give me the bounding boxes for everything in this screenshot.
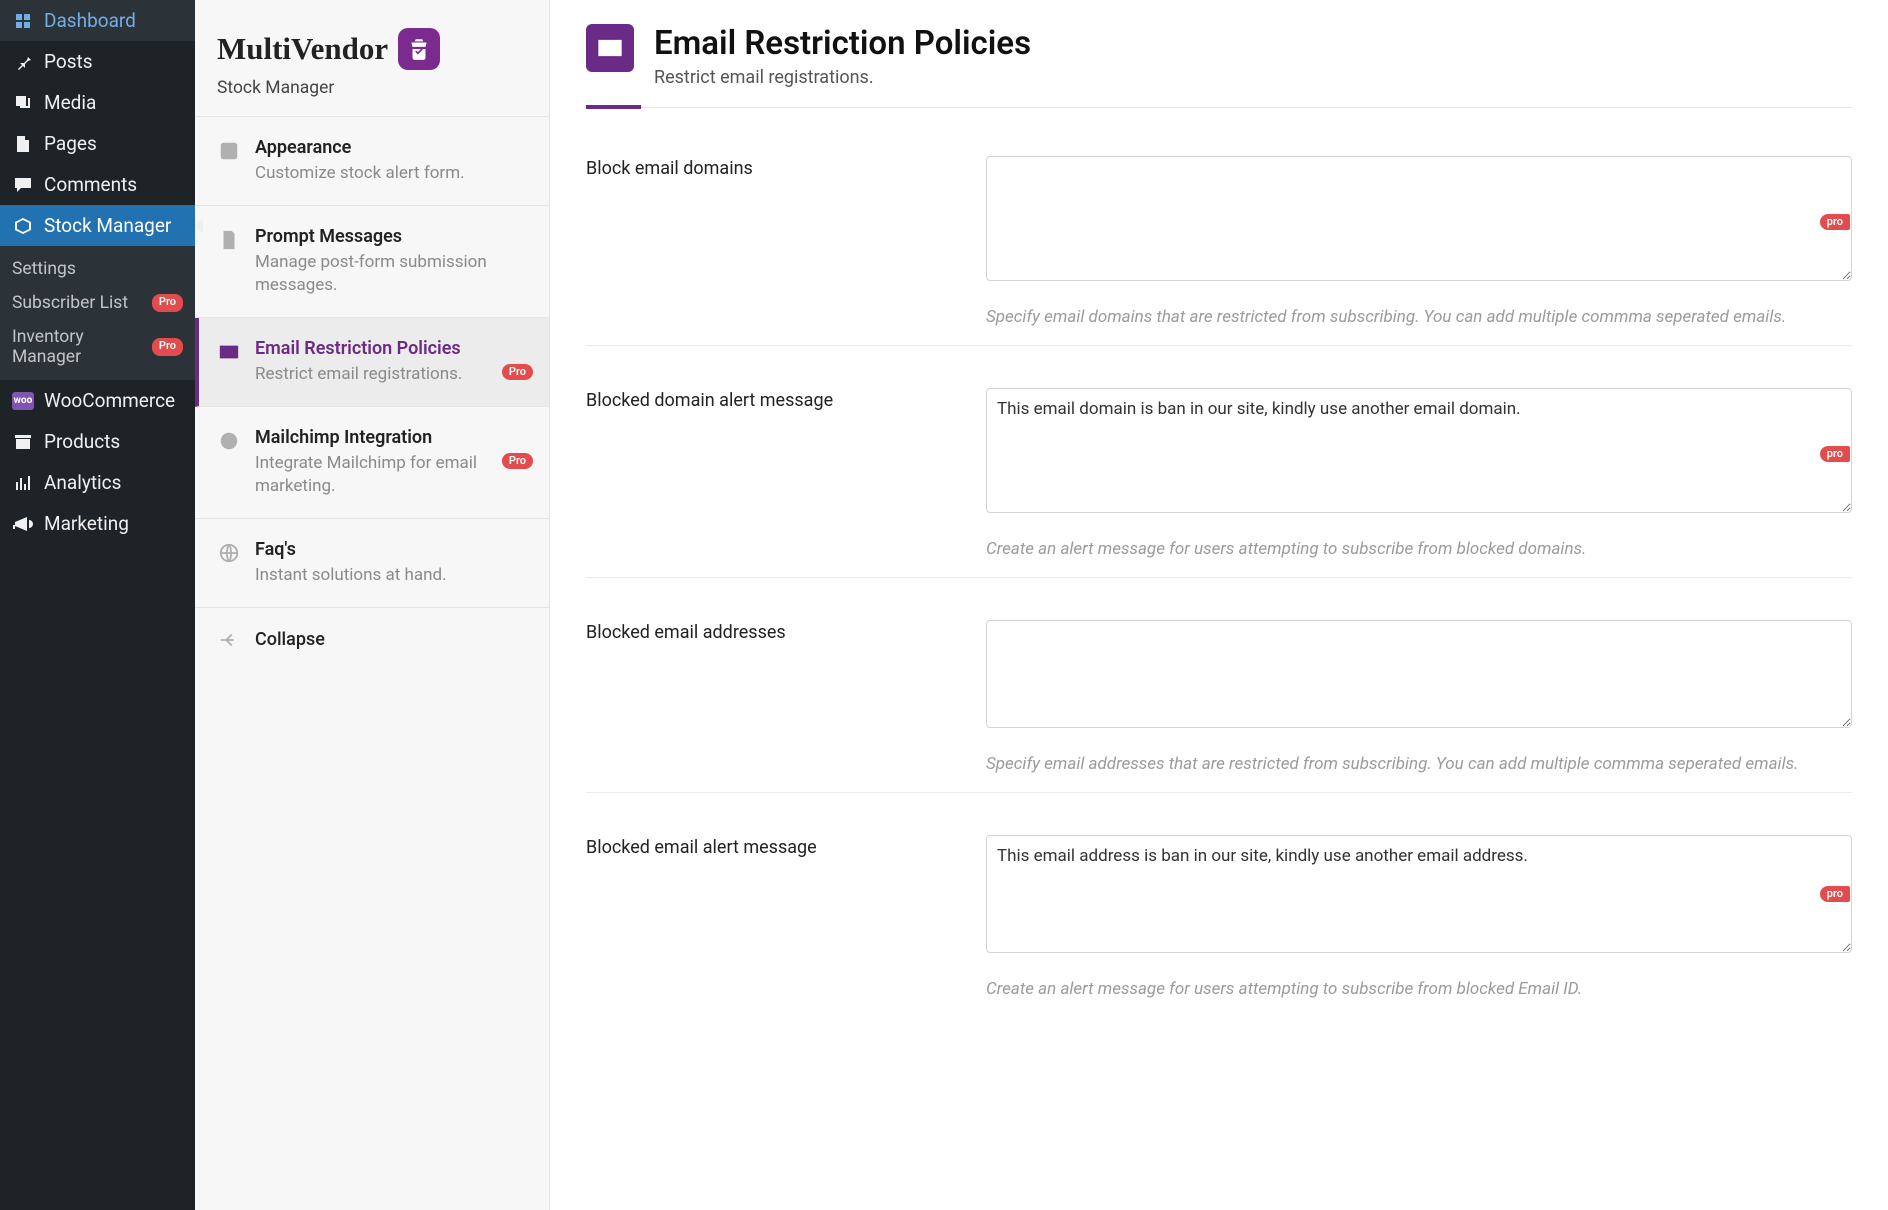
pro-badge: Pro xyxy=(502,453,533,469)
tab-desc: Integrate Mailchimp for email marketing. xyxy=(255,452,527,498)
brand-block: MultiVendor Stock Manager xyxy=(195,0,549,116)
pages-icon xyxy=(12,133,34,155)
submenu-label: Inventory Manager xyxy=(12,327,152,367)
tab-title: Email Restriction Policies xyxy=(255,338,527,359)
help-text: Specify email domains that are restricte… xyxy=(986,307,1852,327)
row-blocked-domain-msg: Blocked domain alert message pro Create … xyxy=(586,346,1852,578)
menu-comments[interactable]: Comments xyxy=(0,164,195,205)
blocked-domain-msg-input[interactable] xyxy=(986,388,1852,513)
brand-name: MultiVendor xyxy=(217,31,388,67)
tab-title: Mailchimp Integration xyxy=(255,427,527,448)
menu-dashboard[interactable]: Dashboard xyxy=(0,0,195,41)
brand-subtitle: Stock Manager xyxy=(217,78,527,98)
blocked-addresses-input[interactable] xyxy=(986,620,1852,728)
media-icon xyxy=(12,92,34,114)
appearance-icon xyxy=(217,139,241,163)
menu-posts[interactable]: Posts xyxy=(0,41,195,82)
menu-label: Dashboard xyxy=(44,9,136,32)
tab-title: Faq's xyxy=(255,539,527,560)
stock-manager-submenu: Settings Subscriber List Pro Inventory M… xyxy=(0,246,195,380)
mail-icon xyxy=(586,24,634,72)
pro-badge: Pro xyxy=(502,364,533,380)
submenu-inventory-manager[interactable]: Inventory Manager Pro xyxy=(0,320,195,374)
pro-badge: Pro xyxy=(152,294,183,311)
menu-label: Marketing xyxy=(44,512,129,535)
blocked-email-msg-input[interactable] xyxy=(986,835,1852,953)
row-blocked-addresses: Blocked email addresses Specify email ad… xyxy=(586,578,1852,793)
field-label: Blocked email alert message xyxy=(586,835,966,858)
tab-email-restriction[interactable]: Email Restriction Policies Restrict emai… xyxy=(195,318,549,407)
menu-products[interactable]: Products xyxy=(0,421,195,462)
menu-label: Products xyxy=(44,430,120,453)
help-text: Create an alert message for users attemp… xyxy=(986,979,1852,999)
menu-label: Posts xyxy=(44,50,93,73)
menu-marketing[interactable]: Marketing xyxy=(0,503,195,544)
megaphone-icon xyxy=(12,513,34,535)
row-block-domains: Block email domains pro Specify email do… xyxy=(586,114,1852,346)
mailchimp-icon xyxy=(217,429,241,453)
page-header: Email Restriction Policies Restrict emai… xyxy=(586,24,1852,106)
arrow-left-icon xyxy=(217,628,241,652)
page-subtitle: Restrict email registrations. xyxy=(654,67,1031,88)
box-icon xyxy=(12,215,34,237)
menu-label: WooCommerce xyxy=(44,389,175,412)
globe-icon xyxy=(217,541,241,565)
tab-mailchimp[interactable]: Mailchimp Integration Integrate Mailchim… xyxy=(195,407,549,519)
dashboard-icon xyxy=(12,10,34,32)
comments-icon xyxy=(12,174,34,196)
wp-admin-sidebar: Dashboard Posts Media Pages Comments Sto… xyxy=(0,0,195,1210)
mail-icon xyxy=(217,340,241,364)
menu-label: Media xyxy=(44,91,96,114)
tab-title: Appearance xyxy=(255,137,527,158)
collapse-label: Collapse xyxy=(255,629,325,650)
row-blocked-email-msg: Blocked email alert message pro Create a… xyxy=(586,793,1852,1017)
menu-stock-manager[interactable]: Stock Manager xyxy=(0,205,195,246)
field-label: Blocked domain alert message xyxy=(586,388,966,411)
tab-prompt-messages[interactable]: Prompt Messages Manage post-form submiss… xyxy=(195,206,549,318)
block-domains-input[interactable] xyxy=(986,156,1852,281)
main-content: Email Restriction Policies Restrict emai… xyxy=(550,0,1888,1210)
tab-desc: Restrict email registrations. xyxy=(255,363,527,386)
menu-woocommerce[interactable]: woo WooCommerce xyxy=(0,380,195,421)
brand-icon xyxy=(398,28,440,70)
submenu-label: Settings xyxy=(12,259,76,279)
menu-label: Stock Manager xyxy=(44,214,171,237)
submenu-settings[interactable]: Settings xyxy=(0,252,195,286)
plugin-settings-panel: MultiVendor Stock Manager Appearance Cus… xyxy=(195,0,550,1210)
tab-title: Prompt Messages xyxy=(255,226,527,247)
chart-icon xyxy=(12,472,34,494)
collapse-sidebar[interactable]: Collapse xyxy=(195,608,549,672)
pro-badge: Pro xyxy=(152,338,183,355)
field-label: Block email domains xyxy=(586,156,966,179)
field-label: Blocked email addresses xyxy=(586,620,966,643)
menu-pages[interactable]: Pages xyxy=(0,123,195,164)
menu-label: Pages xyxy=(44,132,97,155)
menu-analytics[interactable]: Analytics xyxy=(0,462,195,503)
menu-label: Comments xyxy=(44,173,137,196)
menu-label: Analytics xyxy=(44,471,121,494)
help-text: Specify email addresses that are restric… xyxy=(986,754,1852,774)
submenu-subscriber-list[interactable]: Subscriber List Pro xyxy=(0,286,195,320)
settings-tabs-list: Appearance Customize stock alert form. P… xyxy=(195,116,549,672)
tab-indicator xyxy=(586,106,1852,108)
woocommerce-icon: woo xyxy=(12,392,34,410)
document-icon xyxy=(217,228,241,252)
tab-appearance[interactable]: Appearance Customize stock alert form. xyxy=(195,117,549,206)
tab-desc: Instant solutions at hand. xyxy=(255,564,527,587)
tab-desc: Customize stock alert form. xyxy=(255,162,527,185)
tab-faqs[interactable]: Faq's Instant solutions at hand. xyxy=(195,519,549,608)
menu-media[interactable]: Media xyxy=(0,82,195,123)
page-title: Email Restriction Policies xyxy=(654,24,1031,63)
pin-icon xyxy=(12,51,34,73)
submenu-label: Subscriber List xyxy=(12,293,128,313)
help-text: Create an alert message for users attemp… xyxy=(986,539,1852,559)
tab-desc: Manage post-form submission messages. xyxy=(255,251,527,297)
archive-icon xyxy=(12,431,34,453)
